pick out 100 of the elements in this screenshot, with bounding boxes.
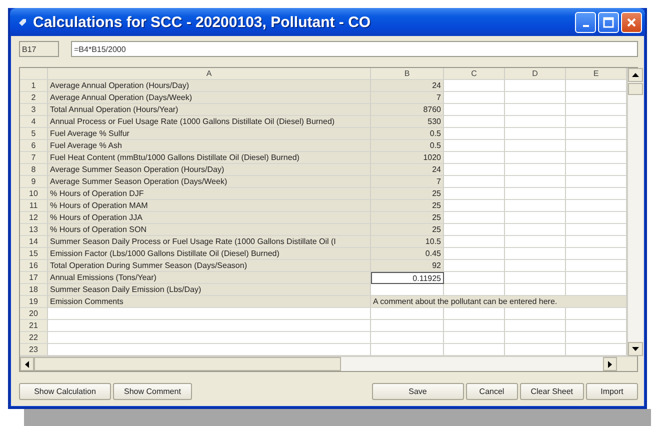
- table-cell[interactable]: [566, 272, 627, 284]
- value-cell[interactable]: 1020: [371, 152, 444, 164]
- table-cell[interactable]: [48, 308, 371, 320]
- dialog-button[interactable]: Import: [586, 383, 638, 400]
- row-number[interactable]: 9: [20, 176, 48, 188]
- table-cell[interactable]: [444, 272, 505, 284]
- table-cell[interactable]: [566, 188, 627, 200]
- table-cell[interactable]: [566, 176, 627, 188]
- table-cell[interactable]: [566, 116, 627, 128]
- table-cell[interactable]: [444, 176, 505, 188]
- table-cell[interactable]: [505, 320, 566, 332]
- table-cell[interactable]: [566, 248, 627, 260]
- value-cell[interactable]: 7: [371, 92, 444, 104]
- comment-cell[interactable]: A comment about the pollutant can be entered here.: [371, 296, 627, 308]
- row-number[interactable]: 17: [20, 272, 48, 284]
- scrollbar-thumb[interactable]: [628, 83, 643, 95]
- row-number[interactable]: 20: [20, 308, 48, 320]
- table-cell[interactable]: [566, 104, 627, 116]
- table-cell[interactable]: [444, 188, 505, 200]
- row-number[interactable]: 11: [20, 200, 48, 212]
- row-number[interactable]: 14: [20, 236, 48, 248]
- dialog-button[interactable]: Clear Sheet: [520, 383, 584, 400]
- table-cell[interactable]: [444, 212, 505, 224]
- table-cell[interactable]: [505, 176, 566, 188]
- row-number[interactable]: 15: [20, 248, 48, 260]
- close-button[interactable]: [621, 12, 642, 32]
- table-cell[interactable]: [505, 272, 566, 284]
- table-cell[interactable]: [566, 284, 627, 296]
- table-cell[interactable]: [505, 164, 566, 176]
- row-number[interactable]: 21: [20, 320, 48, 332]
- dialog-button[interactable]: Show Calculation: [19, 383, 111, 400]
- value-cell[interactable]: 25: [371, 212, 444, 224]
- value-cell[interactable]: 25: [371, 224, 444, 236]
- table-cell[interactable]: [505, 224, 566, 236]
- table-cell[interactable]: [566, 164, 627, 176]
- value-cell[interactable]: [371, 284, 444, 296]
- row-number[interactable]: 3: [20, 104, 48, 116]
- value-cell[interactable]: 0.5: [371, 140, 444, 152]
- column-header[interactable]: E: [566, 68, 627, 80]
- table-cell[interactable]: [505, 200, 566, 212]
- row-number[interactable]: 1: [20, 80, 48, 92]
- table-cell[interactable]: [505, 284, 566, 296]
- row-number[interactable]: 10: [20, 188, 48, 200]
- table-cell[interactable]: [505, 128, 566, 140]
- row-number[interactable]: 6: [20, 140, 48, 152]
- table-cell[interactable]: [444, 284, 505, 296]
- value-cell[interactable]: 530: [371, 116, 444, 128]
- table-cell[interactable]: [444, 260, 505, 272]
- row-number[interactable]: 2: [20, 92, 48, 104]
- table-cell[interactable]: [566, 224, 627, 236]
- vertical-scrollbar[interactable]: [627, 68, 643, 356]
- value-cell[interactable]: 92: [371, 260, 444, 272]
- table-cell[interactable]: [444, 128, 505, 140]
- table-cell[interactable]: [505, 104, 566, 116]
- table-cell[interactable]: [444, 200, 505, 212]
- value-cell[interactable]: 10.5: [371, 236, 444, 248]
- table-cell[interactable]: [505, 344, 566, 356]
- row-number[interactable]: 18: [20, 284, 48, 296]
- row-number[interactable]: 5: [20, 128, 48, 140]
- value-cell[interactable]: 25: [371, 188, 444, 200]
- table-cell[interactable]: [505, 116, 566, 128]
- row-number[interactable]: 16: [20, 260, 48, 272]
- table-cell[interactable]: [444, 92, 505, 104]
- row-number[interactable]: 22: [20, 332, 48, 344]
- row-number[interactable]: 19: [20, 296, 48, 308]
- table-cell[interactable]: [444, 332, 505, 344]
- table-cell[interactable]: [371, 344, 444, 356]
- formula-field[interactable]: =B4*B15/2000: [71, 41, 638, 57]
- value-cell[interactable]: 0.45: [371, 248, 444, 260]
- horizontal-scrollbar[interactable]: [20, 356, 637, 371]
- table-cell[interactable]: [444, 344, 505, 356]
- value-cell[interactable]: 24: [371, 80, 444, 92]
- table-cell[interactable]: [566, 320, 627, 332]
- row-number[interactable]: 7: [20, 152, 48, 164]
- table-cell[interactable]: [371, 332, 444, 344]
- table-cell[interactable]: [505, 260, 566, 272]
- table-cell[interactable]: [566, 92, 627, 104]
- table-cell[interactable]: [444, 164, 505, 176]
- table-cell[interactable]: [444, 116, 505, 128]
- row-number[interactable]: 12: [20, 212, 48, 224]
- column-header[interactable]: C: [444, 68, 505, 80]
- dialog-button[interactable]: Show Comment: [113, 383, 192, 400]
- table-cell[interactable]: [566, 344, 627, 356]
- table-cell[interactable]: [371, 320, 444, 332]
- table-cell[interactable]: [566, 260, 627, 272]
- table-cell[interactable]: [444, 140, 505, 152]
- maximize-button[interactable]: [598, 12, 619, 32]
- table-cell[interactable]: [505, 152, 566, 164]
- row-number[interactable]: 4: [20, 116, 48, 128]
- row-number[interactable]: 13: [20, 224, 48, 236]
- size-grip[interactable]: [617, 357, 637, 371]
- table-cell[interactable]: [505, 308, 566, 320]
- cell-reference-field[interactable]: B17: [19, 41, 59, 57]
- table-cell[interactable]: [371, 308, 444, 320]
- table-cell[interactable]: [505, 212, 566, 224]
- table-cell[interactable]: [444, 248, 505, 260]
- table-cell[interactable]: [566, 152, 627, 164]
- table-cell[interactable]: [444, 236, 505, 248]
- table-cell[interactable]: [566, 212, 627, 224]
- dialog-button[interactable]: Save: [372, 383, 464, 400]
